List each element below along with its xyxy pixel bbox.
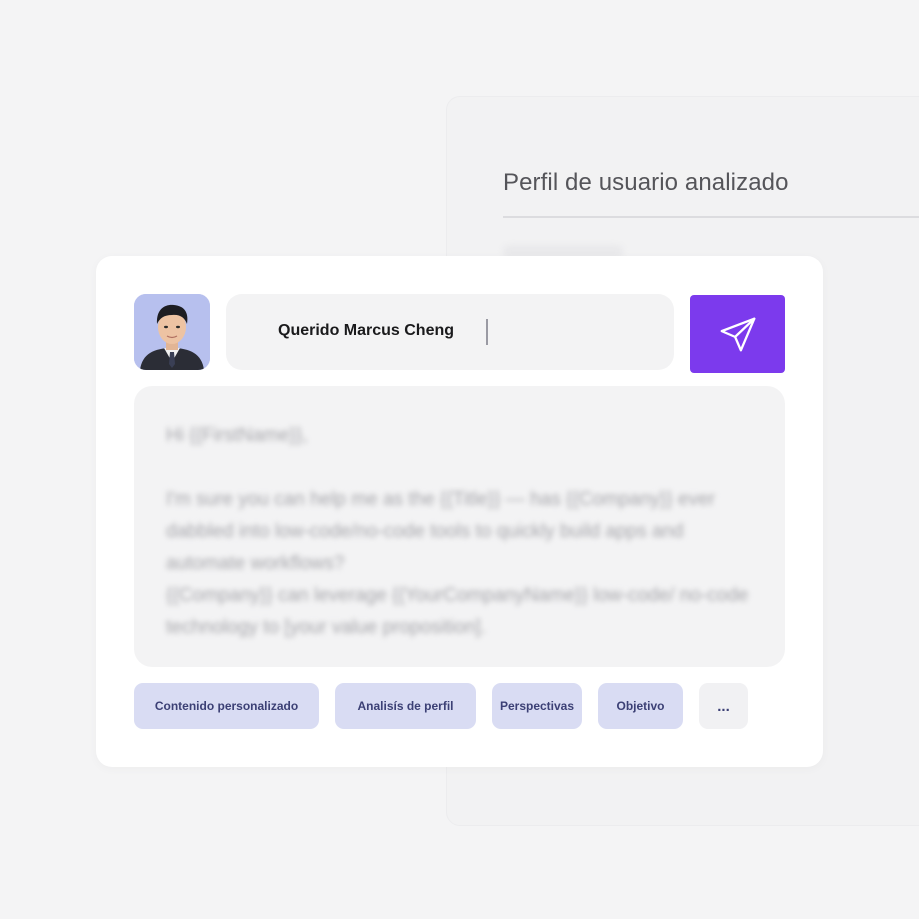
- message-composer-card: Querido Marcus Cheng Hi {{FirstName}}, I…: [96, 256, 823, 767]
- more-chips-button[interactable]: ...: [699, 683, 748, 729]
- recipient-greeting-input[interactable]: Querido Marcus Cheng: [226, 294, 674, 370]
- text-caret: [486, 319, 488, 345]
- person-photo-icon: [134, 294, 210, 370]
- chip-perspectivas[interactable]: Perspectivas: [492, 683, 582, 729]
- profile-panel-title: Perfil de usuario analizado: [503, 169, 789, 196]
- suggestion-chips: Contenido personalizado Analisís de perf…: [134, 683, 794, 729]
- message-body-text: Hi {{FirstName}}, I'm sure you can help …: [166, 425, 749, 638]
- avatar: [134, 294, 210, 370]
- chip-analisis-de-perfil[interactable]: Analisís de perfil: [335, 683, 476, 729]
- greeting-text: Querido Marcus Cheng: [278, 322, 455, 339]
- chip-objetivo[interactable]: Objetivo: [598, 683, 683, 729]
- paper-plane-icon: [720, 317, 755, 352]
- message-body-textarea[interactable]: Hi {{FirstName}}, I'm sure you can help …: [134, 386, 785, 667]
- divider: [503, 216, 919, 218]
- chip-contenido-personalizado[interactable]: Contenido personalizado: [134, 683, 319, 729]
- stage: Perfil de usuario analizado Querido Marc…: [0, 0, 919, 919]
- send-button[interactable]: [690, 295, 785, 373]
